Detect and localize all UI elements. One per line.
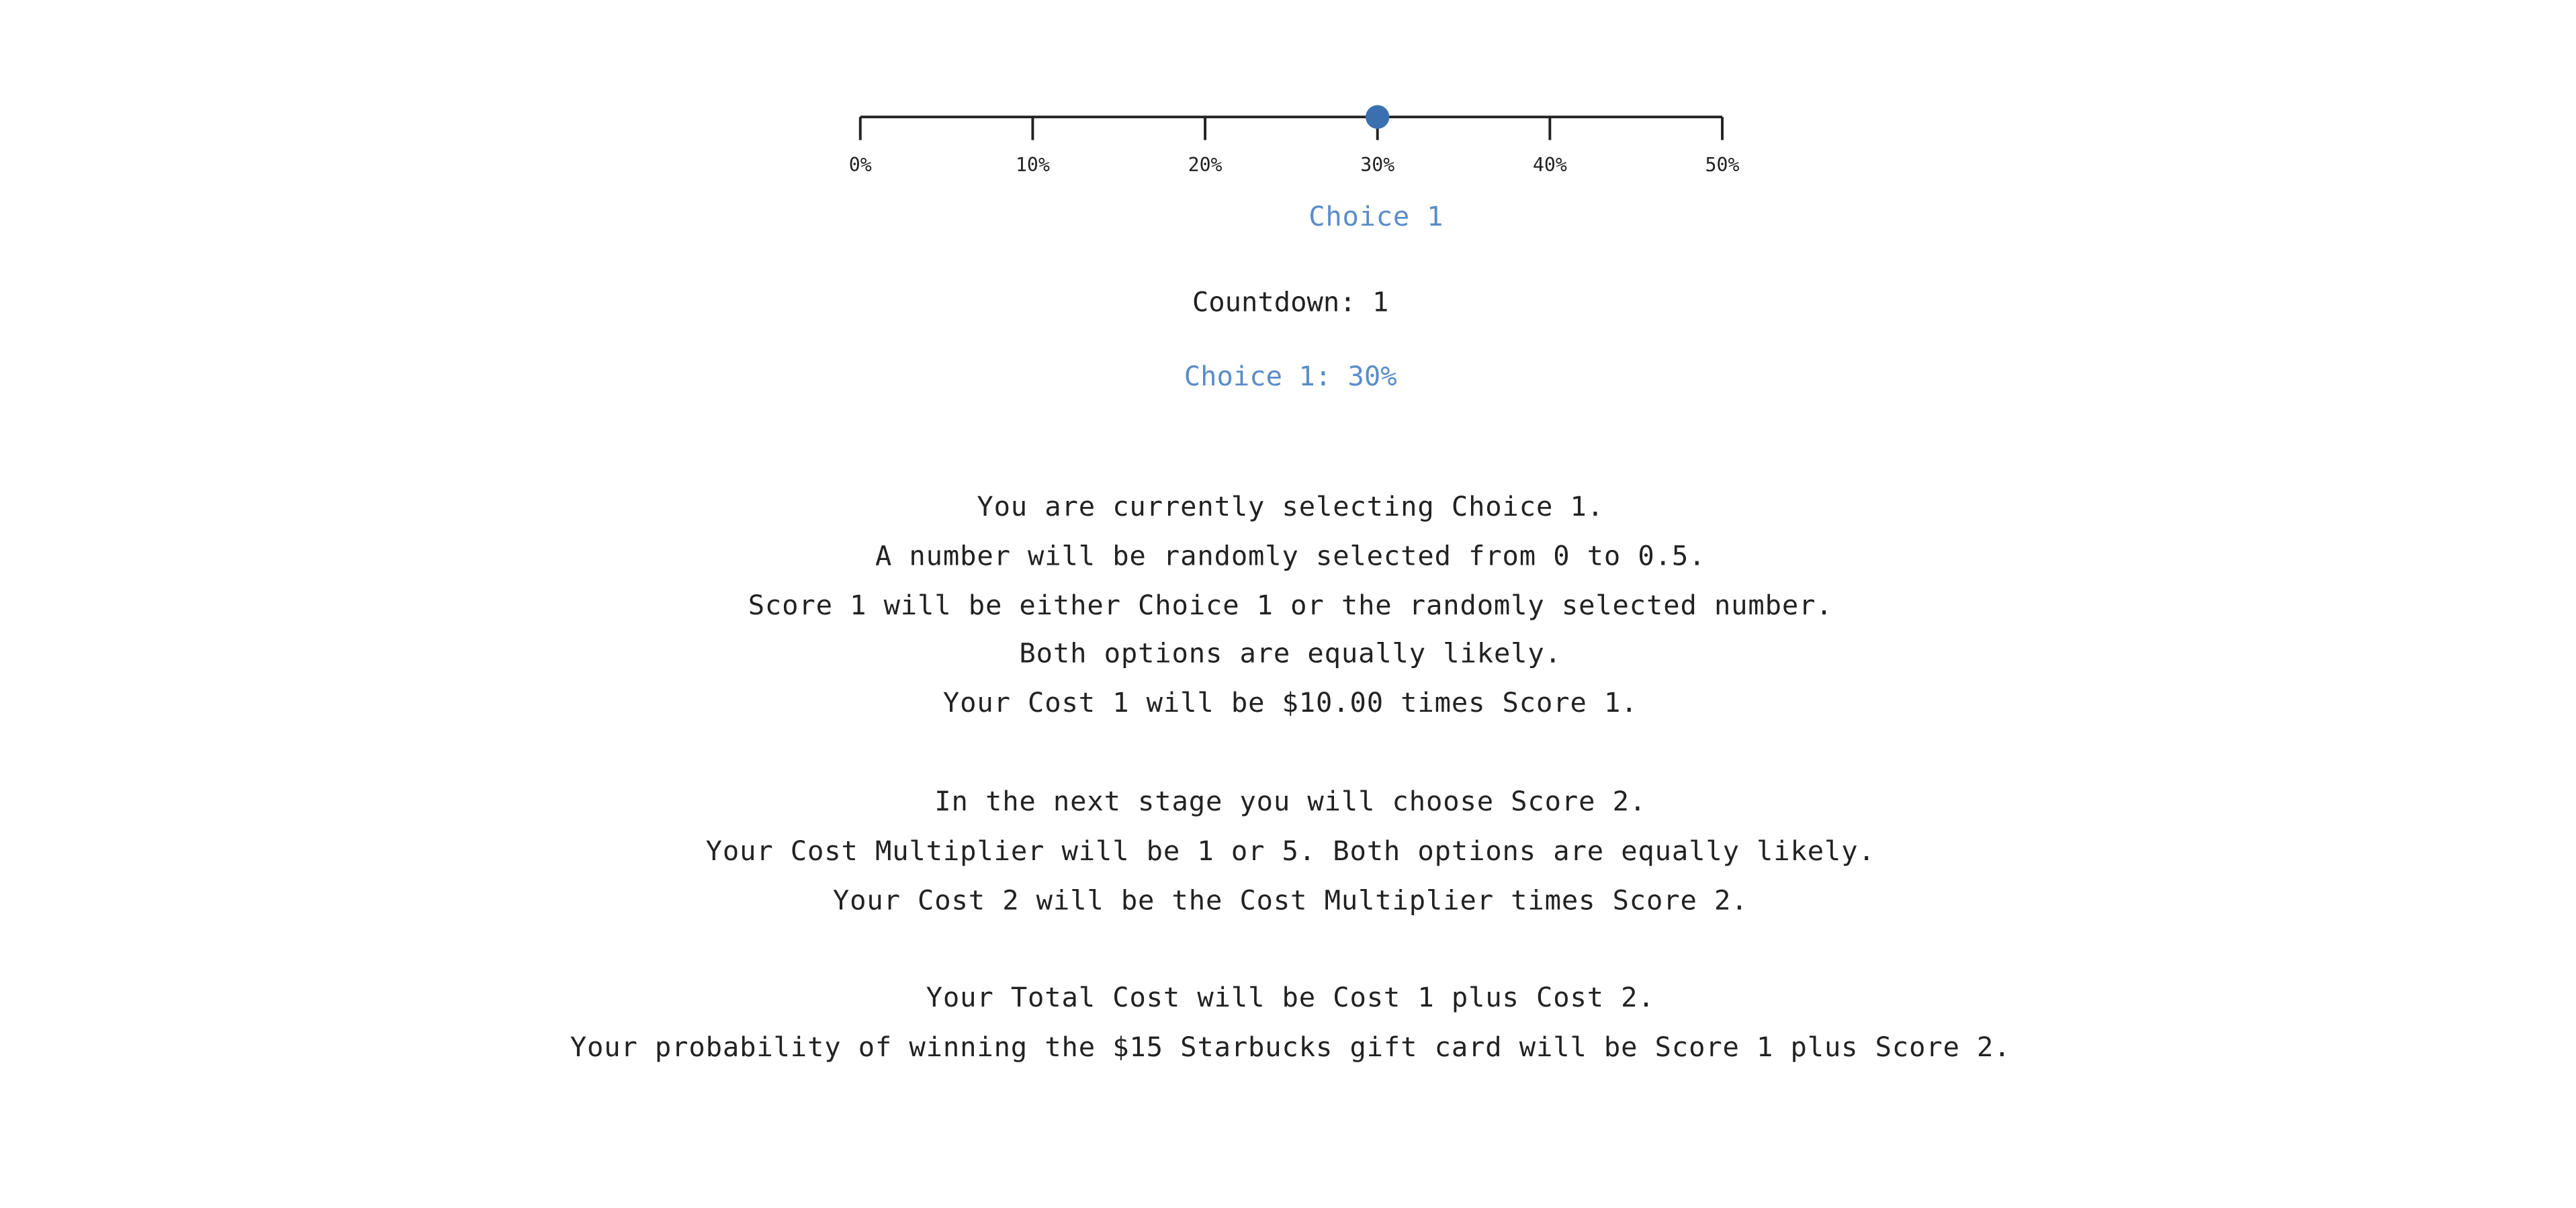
- instructions: You are currently selecting Choice 1. A …: [0, 483, 2576, 1072]
- instruction-line: In the next stage you will choose Score …: [934, 786, 1647, 817]
- choice-summary-value: 30%: [1347, 361, 1397, 392]
- slider-ticks: 0% 10% 20% 30% 40% 50%: [849, 117, 1740, 176]
- instruction-line: Your Cost Multiplier will be 1 or 5. Bot…: [705, 835, 1875, 867]
- slider-tick-label: 50%: [1705, 154, 1740, 176]
- instruction-line: You are currently selecting Choice 1.: [977, 491, 1604, 522]
- instruction-line: Your Total Cost will be Cost 1 plus Cost…: [926, 982, 1655, 1014]
- countdown: Countdown: 1: [0, 287, 2576, 318]
- percentage-slider[interactable]: 0% 10% 20% 30% 40% 50%: [0, 0, 2576, 197]
- slider-tick-label: 40%: [1533, 154, 1567, 176]
- countdown-value: 1: [1372, 286, 1389, 318]
- instruction-line: Your Cost 2 will be the Cost Multiplier …: [832, 884, 1748, 916]
- slider-tick-label: 0%: [849, 154, 872, 176]
- slider-tick-label: 20%: [1188, 154, 1223, 176]
- instruction-line: Your probability of winning the $15 Star…: [570, 1031, 2011, 1063]
- choice-summary: Choice 1: 30%: [0, 361, 2576, 392]
- instruction-line: A number will be randomly selected from …: [875, 540, 1706, 571]
- countdown-label: Countdown:: [1192, 286, 1373, 318]
- instruction-line: Both options are equally likely.: [1019, 638, 1562, 670]
- choice-summary-label: Choice 1:: [1184, 361, 1348, 392]
- slider-handle[interactable]: [1366, 105, 1390, 129]
- slider-tick-label: 10%: [1016, 154, 1050, 176]
- instruction-line: Score 1 will be either Choice 1 or the r…: [748, 589, 1833, 621]
- slider-label: Choice 1: [1308, 201, 1444, 232]
- slider-tick-label: 30%: [1360, 154, 1394, 176]
- instruction-line: Your Cost 1 will be $10.00 times Score 1…: [942, 687, 1638, 719]
- stage: 0% 10% 20% 30% 40% 50% Choice 1 Countdown: 1 …: [0, 0, 2576, 1207]
